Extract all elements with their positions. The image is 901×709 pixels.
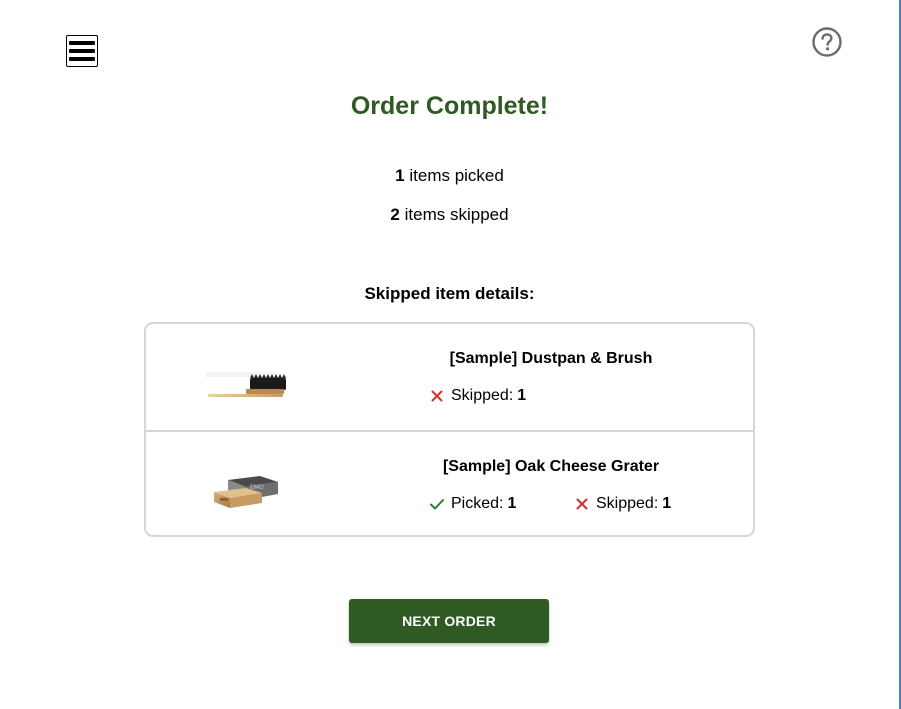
skipped-items-card: [Sample] Dustpan & Brush Skipped: 1 EMO … — [144, 322, 755, 537]
checkmark-icon — [429, 496, 445, 512]
items-picked-summary: 1 items picked — [0, 166, 899, 186]
skipped-value: 1 — [662, 495, 672, 512]
items-picked-count: 1 — [395, 166, 405, 185]
close-x-icon — [574, 496, 590, 512]
page-title: Order Complete! — [350, 92, 549, 120]
picked-label: Picked: — [451, 495, 504, 512]
items-skipped-count: 2 — [390, 205, 400, 224]
skipped-value: 1 — [517, 387, 527, 404]
items-skipped-label: items skipped — [404, 205, 509, 224]
order-complete-page: Order Complete! 1 items picked 2 items s… — [0, 0, 901, 709]
close-x-icon — [429, 388, 445, 404]
skipped-status: Skipped: 1 — [574, 495, 671, 513]
svg-text:EMO: EMO — [250, 484, 264, 491]
picked-status: Picked: 1 — [429, 495, 516, 513]
items-skipped-summary: 2 items skipped — [0, 205, 899, 225]
skipped-item-row: EMO [Sample] Oak Cheese Grater Picked: 1 — [146, 430, 753, 535]
cheese-grater-product-image: EMO — [214, 476, 278, 508]
skipped-details-heading: Skipped item details: — [364, 284, 535, 303]
skipped-label: Skipped: — [596, 495, 659, 512]
items-picked-label: items picked — [409, 166, 504, 185]
skipped-status: Skipped: 1 — [429, 387, 526, 405]
question-circle-icon — [812, 27, 842, 57]
hamburger-menu-icon — [69, 41, 95, 61]
skipped-item-row: [Sample] Dustpan & Brush Skipped: 1 — [146, 324, 753, 430]
menu-button[interactable] — [66, 35, 98, 67]
item-name: [Sample] Oak Cheese Grater — [442, 458, 660, 475]
dustpan-brush-product-image — [206, 372, 286, 397]
item-name: [Sample] Dustpan & Brush — [449, 350, 653, 367]
skipped-label: Skipped: — [451, 387, 514, 404]
picked-value: 1 — [507, 495, 517, 512]
next-order-button[interactable]: NEXT ORDER — [349, 599, 549, 643]
help-button[interactable] — [811, 26, 843, 58]
